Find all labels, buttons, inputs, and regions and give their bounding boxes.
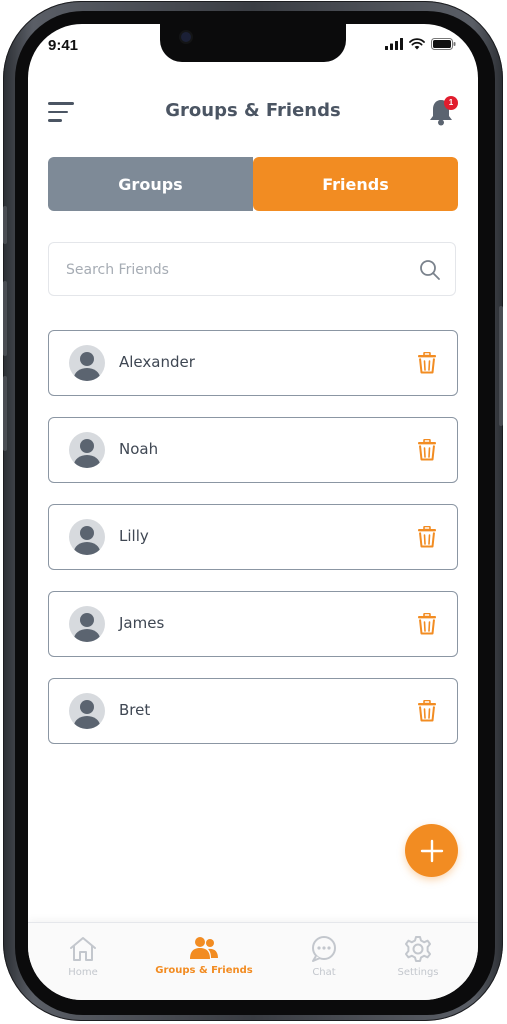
notifications-button[interactable]: 1 xyxy=(428,96,458,126)
avatar-icon xyxy=(69,519,105,555)
friend-card[interactable]: Noah xyxy=(48,417,458,483)
volume-up-button xyxy=(3,281,7,356)
notch xyxy=(160,24,346,62)
trash-icon[interactable] xyxy=(417,352,437,374)
trash-icon[interactable] xyxy=(417,526,437,548)
friend-card[interactable]: Lilly xyxy=(48,504,458,570)
notification-badge: 1 xyxy=(444,96,458,110)
trash-icon[interactable] xyxy=(417,700,437,722)
trash-icon[interactable] xyxy=(417,439,437,461)
status-icons xyxy=(385,38,456,50)
search-icon[interactable] xyxy=(419,259,441,281)
people-icon xyxy=(190,937,218,959)
signal-icon xyxy=(385,38,403,50)
battery-icon xyxy=(431,38,456,50)
add-friend-button[interactable] xyxy=(405,824,458,877)
camera xyxy=(181,32,191,42)
home-icon xyxy=(70,937,96,961)
power-button xyxy=(499,306,503,426)
friend-card[interactable]: Alexander xyxy=(48,330,458,396)
avatar-icon xyxy=(69,693,105,729)
nav-chat-label: Chat xyxy=(312,967,336,978)
segment-control: Groups Friends xyxy=(48,157,458,211)
friends-list: Alexander Noah Lilly James Bret xyxy=(48,330,458,765)
search-input[interactable] xyxy=(64,257,398,283)
app-screen: 9:41 Groups & Friends 1 Groups Friends S… xyxy=(28,24,478,1000)
search-box xyxy=(48,242,456,296)
nav-home-label: Home xyxy=(68,967,98,978)
page-title: Groups & Friends xyxy=(165,100,341,121)
friend-name: Noah xyxy=(119,440,159,458)
plus-icon xyxy=(420,839,443,862)
tab-friends[interactable]: Friends xyxy=(253,157,458,211)
status-time: 9:41 xyxy=(48,37,79,54)
gear-icon xyxy=(405,936,431,962)
nav-groups-friends-label: Groups & Friends xyxy=(155,965,253,976)
bottom-tab-bar: Home Groups & Friends Chat Settings xyxy=(28,922,478,1000)
nav-chat[interactable]: Chat xyxy=(274,935,374,978)
friend-card[interactable]: Bret xyxy=(48,678,458,744)
nav-settings[interactable]: Settings xyxy=(368,935,468,978)
trash-icon[interactable] xyxy=(417,613,437,635)
friend-name: Lilly xyxy=(119,527,149,545)
friend-name: James xyxy=(119,614,165,632)
wifi-icon xyxy=(409,38,425,50)
avatar-icon xyxy=(69,432,105,468)
tab-groups[interactable]: Groups xyxy=(48,157,253,211)
friend-name: Alexander xyxy=(119,353,195,371)
mute-switch xyxy=(3,206,7,244)
friend-name: Bret xyxy=(119,701,151,719)
nav-groups-friends[interactable]: Groups & Friends xyxy=(154,935,254,976)
nav-home[interactable]: Home xyxy=(33,935,133,978)
avatar-icon xyxy=(69,606,105,642)
nav-settings-label: Settings xyxy=(397,967,439,978)
chat-icon xyxy=(312,936,336,962)
volume-down-button xyxy=(3,376,7,451)
friend-card[interactable]: James xyxy=(48,591,458,657)
avatar-icon xyxy=(69,345,105,381)
